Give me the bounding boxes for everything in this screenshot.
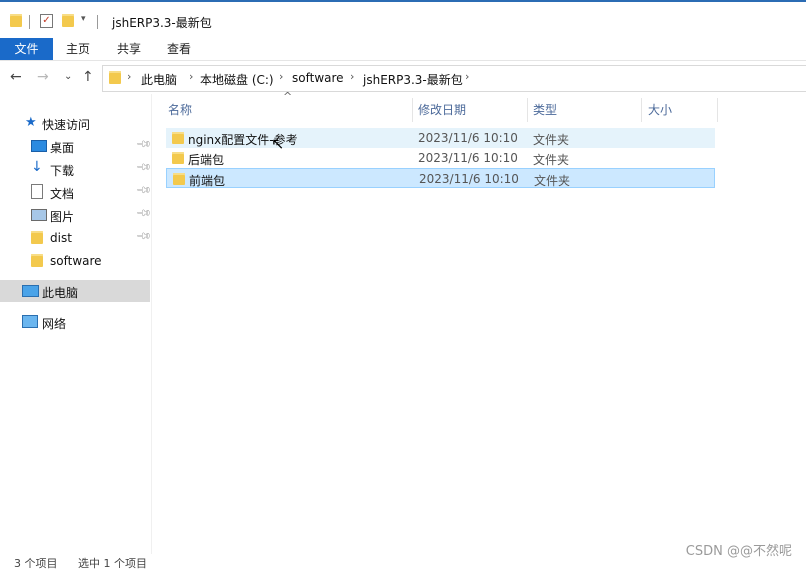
properties-icon[interactable]: ✓ (40, 14, 53, 28)
recent-locations-chevron-icon[interactable]: ⌄ (64, 71, 72, 82)
file-type: 文件夹 (533, 153, 570, 167)
star-icon: ★ (25, 115, 37, 130)
status-item-count: 3 个项目 (14, 557, 58, 570)
breadcrumb-this-pc[interactable]: 此电脑 (141, 71, 177, 88)
sidebar-item-label: dist (50, 231, 72, 245)
sidebar-item-this-pc[interactable]: 此电脑 (0, 280, 150, 302)
sidebar-item-label: software (50, 254, 102, 268)
sidebar-item-label: 下载 (50, 164, 75, 178)
tab-file[interactable]: 文件 (0, 38, 53, 60)
file-row[interactable]: 后端包 2023/11/6 10:10 文件夹 (166, 148, 715, 168)
folder-icon (10, 14, 22, 27)
folder-icon (172, 132, 184, 144)
column-divider[interactable] (412, 98, 413, 122)
sidebar-item-downloads[interactable]: ↓ 下载 📌︎ (0, 158, 152, 180)
forward-arrow-icon[interactable]: → (37, 69, 49, 85)
file-name[interactable]: 前端包 (189, 172, 225, 189)
sidebar-item-label: 文档 (50, 187, 75, 201)
up-arrow-icon[interactable]: ↑ (82, 69, 94, 85)
file-row[interactable]: 前端包 2023/11/6 10:10 文件夹 (166, 168, 715, 188)
tab-share[interactable]: 共享 (117, 38, 141, 60)
sidebar-item-dist[interactable]: dist 📌︎ (0, 227, 152, 249)
breadcrumb-separator-icon[interactable]: › (350, 70, 354, 83)
breadcrumb-software[interactable]: software (292, 71, 344, 85)
ribbon-tabs: 文件 主页 共享 查看 (0, 38, 806, 61)
sort-ascending-icon: ^ (283, 90, 293, 103)
breadcrumb-current-folder[interactable]: jshERP3.3-最新包 (363, 71, 463, 88)
document-icon (31, 184, 43, 199)
column-header-size[interactable]: 大小 (648, 98, 672, 122)
column-header-type[interactable]: 类型 (533, 98, 557, 122)
folder-icon (173, 173, 185, 185)
status-selected-count: 选中 1 个项目 (78, 557, 147, 570)
title-bar: ✓ ▾ jshERP3.3-最新包 (0, 0, 806, 40)
folder-icon (172, 152, 184, 164)
quick-access-label: 快速访问 (42, 118, 91, 132)
divider (97, 15, 98, 29)
file-row[interactable]: nginx配置文件-参考 2023/11/6 10:10 文件夹 (166, 128, 715, 148)
navigation-bar: ← → ⌄ ↑ › 此电脑 › 本地磁盘 (C:) › software › j… (0, 63, 806, 93)
file-name[interactable]: 后端包 (188, 151, 224, 168)
picture-icon (31, 209, 47, 221)
download-icon: ↓ (31, 159, 43, 175)
file-date: 2023/11/6 10:10 (418, 151, 518, 165)
sidebar-item-documents[interactable]: 文档 📌︎ (0, 181, 152, 203)
column-divider[interactable] (641, 98, 642, 122)
sidebar-item-label: 网络 (42, 317, 67, 331)
tab-home[interactable]: 主页 (66, 38, 90, 60)
tab-view[interactable]: 查看 (167, 38, 191, 60)
breadcrumb-local-disk[interactable]: 本地磁盘 (C:) (200, 71, 274, 88)
breadcrumb-separator-icon[interactable]: › (279, 70, 283, 83)
window-title: jshERP3.3-最新包 (112, 16, 212, 30)
divider (29, 15, 30, 29)
new-folder-icon[interactable] (62, 14, 74, 27)
address-bar[interactable]: › 此电脑 › 本地磁盘 (C:) › software › jshERP3.3… (102, 65, 806, 92)
file-type: 文件夹 (533, 133, 570, 147)
pin-icon[interactable]: 📌︎ (135, 159, 152, 176)
column-header-name[interactable]: 名称 (168, 98, 192, 122)
sidebar-item-software[interactable]: software (0, 250, 150, 272)
sidebar-item-pictures[interactable]: 图片 📌︎ (0, 204, 152, 226)
folder-icon (31, 231, 43, 244)
quick-access[interactable]: ★ 快速访问 (0, 112, 150, 134)
folder-icon (31, 254, 43, 267)
sidebar-item-desktop[interactable]: 桌面 📌︎ (0, 135, 152, 157)
pin-icon[interactable]: 📌︎ (135, 205, 152, 222)
pin-icon[interactable]: 📌︎ (135, 228, 152, 245)
column-divider[interactable] (527, 98, 528, 122)
pin-icon[interactable]: 📌︎ (135, 182, 152, 199)
sidebar-item-label: 此电脑 (42, 286, 79, 300)
column-divider[interactable] (717, 98, 718, 122)
breadcrumb-separator-icon[interactable]: › (189, 70, 193, 83)
breadcrumb-separator-icon[interactable]: › (465, 70, 469, 83)
network-icon (22, 315, 38, 328)
watermark: CSDN @@不然呢 (685, 544, 792, 559)
sidebar-item-label: 图片 (50, 210, 75, 224)
customize-toolbar-chevron-icon[interactable]: ▾ (81, 14, 86, 24)
folder-icon (109, 71, 121, 84)
sidebar-item-network[interactable]: 网络 (0, 311, 150, 333)
file-type: 文件夹 (534, 174, 571, 188)
file-date: 2023/11/6 10:10 (419, 172, 519, 186)
pin-icon[interactable]: 📌︎ (135, 136, 152, 153)
computer-icon (22, 285, 39, 297)
mouse-cursor-icon: ↖ (271, 134, 285, 153)
back-arrow-icon[interactable]: ← (10, 69, 22, 85)
desktop-icon (31, 140, 47, 152)
sidebar-item-label: 桌面 (50, 141, 75, 155)
column-header-date[interactable]: 修改日期 (418, 98, 466, 122)
navigation-pane: ★ 快速访问 桌面 📌︎ ↓ 下载 📌︎ 文档 📌︎ 图片 📌︎ dist 📌︎… (0, 94, 152, 554)
breadcrumb-separator-icon[interactable]: › (127, 70, 131, 83)
file-date: 2023/11/6 10:10 (418, 131, 518, 145)
